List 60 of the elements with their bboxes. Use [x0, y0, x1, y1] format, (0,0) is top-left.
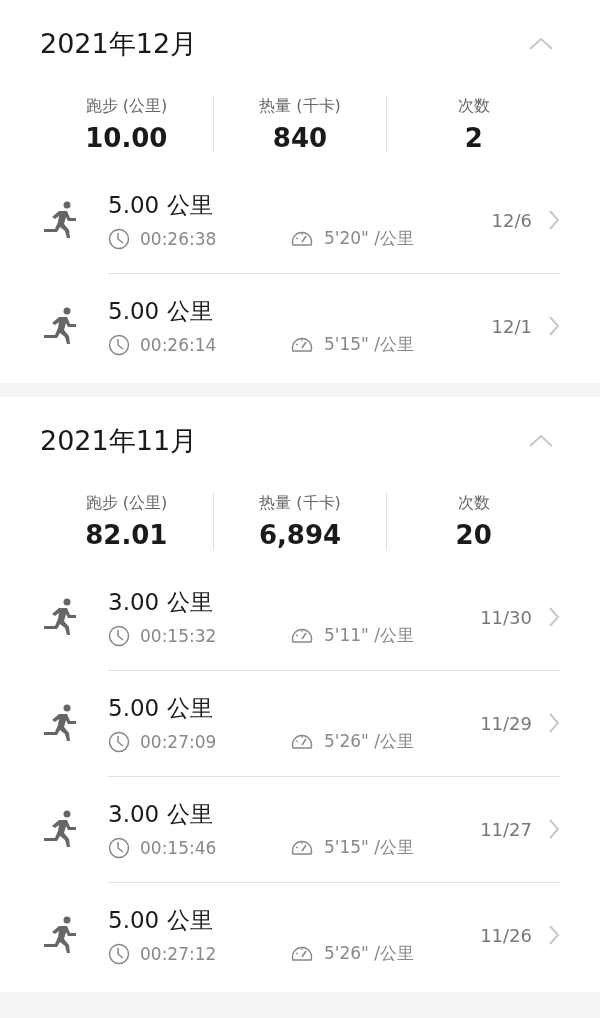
- duration-text: 00:15:32: [140, 625, 218, 646]
- collapse-toggle[interactable]: [528, 433, 554, 449]
- stat-value: 82.01: [85, 520, 168, 550]
- run-record[interactable]: 3.00 公里 00:15:46 5'15" /公里 11/27: [40, 776, 560, 882]
- stat-label: 跑步 (公里): [85, 96, 168, 117]
- run-record[interactable]: 3.00 公里 00:15:32 5'11" /公里 11/30: [40, 564, 560, 670]
- date-text: 11/30: [480, 606, 532, 628]
- distance-text: 5.00 公里: [108, 297, 214, 326]
- collapse-toggle[interactable]: [528, 36, 554, 52]
- distance-text: 3.00 公里: [108, 800, 214, 829]
- chevron-right-icon: [548, 606, 560, 628]
- distance-text: 3.00 公里: [108, 588, 214, 617]
- clock-icon: [108, 227, 130, 250]
- stat-value: 840: [272, 123, 328, 153]
- run-record[interactable]: 5.00 公里 00:27:12 5'26" /公里 11/26: [40, 882, 560, 988]
- distance-text: 5.00 公里: [108, 906, 214, 935]
- stat-value: 10.00: [85, 123, 168, 153]
- pace-text: 5'11" /公里: [324, 624, 415, 647]
- stat-label: 热量 (千卡): [259, 493, 341, 514]
- duration-text: 00:27:09: [140, 731, 218, 752]
- run-record[interactable]: 5.00 公里 00:26:38 5'20" /公里 12/6: [40, 167, 560, 273]
- stat-label: 次数: [457, 493, 490, 514]
- stat-value: 2: [464, 123, 483, 153]
- date-text: 12/6: [491, 209, 532, 231]
- chevron-right-icon: [548, 924, 560, 946]
- clock-icon: [108, 333, 130, 356]
- month-title: 2021年11月: [40, 424, 198, 458]
- date-text: 11/27: [480, 818, 532, 840]
- chevron-right-icon: [548, 712, 560, 734]
- duration-text: 00:26:14: [140, 334, 218, 355]
- pace-text: 5'20" /公里: [324, 227, 415, 250]
- duration-text: 00:26:38: [140, 228, 218, 249]
- clock-icon: [108, 624, 130, 647]
- distance-text: 5.00 公里: [108, 191, 214, 220]
- clock-icon: [108, 730, 130, 753]
- duration-text: 00:27:12: [140, 943, 218, 964]
- date-text: 11/26: [480, 924, 532, 946]
- run-record[interactable]: 5.00 公里 00:26:14 5'15" /公里 12/1: [40, 273, 560, 379]
- stat-value: 20: [455, 520, 492, 550]
- chevron-right-icon: [548, 315, 560, 337]
- chevron-right-icon: [548, 209, 560, 231]
- pace-text: 5'15" /公里: [324, 836, 415, 859]
- distance-text: 5.00 公里: [108, 694, 214, 723]
- stat-label: 跑步 (公里): [85, 493, 168, 514]
- stat-label: 热量 (千卡): [259, 96, 341, 117]
- pace-text: 5'26" /公里: [324, 942, 415, 965]
- chevron-icon: [528, 36, 554, 52]
- duration-text: 00:15:46: [140, 837, 218, 858]
- clock-icon: [108, 836, 130, 859]
- pace-text: 5'15" /公里: [324, 333, 415, 356]
- month-title: 2021年12月: [40, 27, 198, 61]
- date-text: 12/1: [491, 315, 532, 337]
- chevron-icon: [528, 433, 554, 449]
- run-record[interactable]: 5.00 公里 00:27:09 5'26" /公里 11/29: [40, 670, 560, 776]
- date-text: 11/29: [480, 712, 532, 734]
- pace-text: 5'26" /公里: [324, 730, 415, 753]
- chevron-right-icon: [548, 818, 560, 840]
- stat-value: 6,894: [258, 520, 342, 550]
- clock-icon: [108, 942, 130, 965]
- stat-label: 次数: [457, 96, 490, 117]
